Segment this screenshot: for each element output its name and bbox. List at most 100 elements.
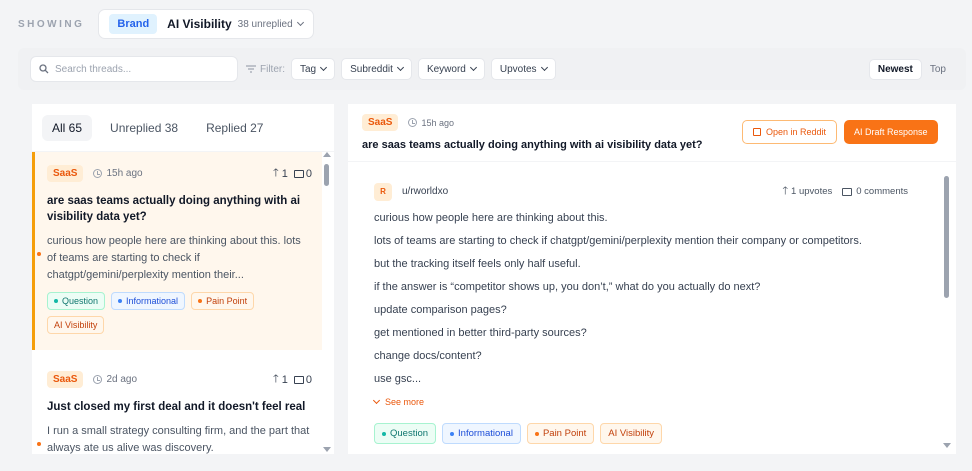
upvote-icon: 🡑 [273,373,279,385]
author-row: R u/rworldxo 🡑 1 upvotes 0 comments [374,182,930,201]
open-in-reddit-button[interactable]: Open in Reddit [742,120,838,144]
keyword-dropdown[interactable]: Keyword [417,58,485,80]
thread-detail-panel: SaaS 15h ago are saas teams actually doi… [348,104,956,454]
thread-comments: 0 [305,167,312,180]
thread-tags: Question Informational Pain Point AI Vis… [47,292,312,340]
thread-comments: 0 [305,373,312,386]
filter-bar: Filter: Tag Subreddit Keyword Upvotes Ne… [18,48,966,90]
sort-toggle: Newest Top [868,58,954,80]
thread-excerpt: curious how people here are thinking abo… [47,235,301,281]
scroll-down-icon[interactable] [943,443,951,448]
upvote-icon: 🡑 [273,167,279,179]
top-bar: SHOWING Brand AI Visibility 38 unreplied [0,0,972,48]
tag-label: Pain Point [206,296,248,306]
tag-label: Informational [458,428,513,439]
post-line: update comparison pages? [374,304,507,316]
post-line: get mentioned in better third-party sour… [374,327,587,339]
thread-tabs: All 65 Unreplied 38 Replied 27 [32,104,334,152]
tag-label: Question [62,296,99,306]
thread-meta: SaaS 2d ago 🡑 1 0 [47,370,312,389]
tag-ai-visibility: AI Visibility [600,423,663,444]
thread-excerpt-wrap: curious how people here are thinking abo… [37,233,312,284]
subreddit-dropdown[interactable]: Subreddit [341,58,412,80]
tag-label: Informational [126,296,179,306]
post-line: change docs/content? [374,350,482,362]
showing-label: SHOWING [18,18,85,30]
thread-upvotes: 1 [281,373,288,386]
scrollbar-thumb[interactable] [944,176,949,298]
tag-informational: Informational [111,292,186,310]
scrollbar-thumb[interactable] [324,164,329,186]
tag-dot [382,431,386,436]
tag-label: AI Visibility [54,320,98,330]
thread-upvotes: 1 [281,167,288,180]
detail-time: 15h ago [421,117,455,128]
chevron-down-icon [372,396,381,404]
avatar: R [374,182,392,201]
subreddit-badge: SaaS [362,114,399,131]
chevron-down-icon [396,63,404,71]
see-more-link[interactable]: See more [372,396,930,407]
search-input[interactable] [55,63,225,75]
search-box[interactable] [30,56,238,82]
tab-unreplied[interactable]: Unreplied 38 [100,115,188,141]
clock-icon [408,118,418,127]
chevron-down-icon [540,63,548,71]
thread-card[interactable]: SaaS 15h ago 🡑 1 0 are saas teams actual… [32,152,322,350]
post-line: lots of teams are starting to check if c… [374,235,862,247]
see-more-label: See more [385,397,425,407]
tag-dot [534,431,539,436]
scope-count: 38 unreplied [237,18,293,30]
thread-card[interactable]: SaaS 2d ago 🡑 1 0 Just closed my first d… [32,358,322,454]
tab-replied[interactable]: Replied 27 [196,115,273,141]
upvote-icon: 🡑 [782,185,789,197]
thread-list-scrollbar[interactable] [323,152,331,452]
sort-newest-button[interactable]: Newest [868,58,922,80]
upvotes-dropdown[interactable]: Upvotes [490,58,556,80]
tag-dropdown-label: Tag [300,63,317,75]
detail-scrollbar[interactable] [943,166,951,448]
unread-dot [37,442,41,446]
sort-top-button[interactable]: Top [922,60,954,79]
tag-dot [118,299,123,303]
comment-icon [293,375,304,384]
scope-title: AI Visibility [167,17,232,31]
post-line: use gsc... [374,373,422,385]
tag-label: Pain Point [542,428,587,439]
clock-icon [93,375,103,384]
tag-informational: Informational [442,423,521,444]
subreddit-badge: SaaS [47,165,84,182]
tag-dot [54,299,58,303]
scroll-down-icon[interactable] [323,447,331,452]
tag-dot [198,299,203,303]
post-line: if the answer is “competitor shows up, y… [374,281,761,293]
thread-title: Just closed my first deal and it doesn't… [47,401,306,413]
scroll-up-icon[interactable] [323,152,331,157]
thread-title: are saas teams actually doing anything w… [47,195,301,223]
thread-time: 15h ago [106,168,143,179]
tag-dropdown[interactable]: Tag [291,58,336,80]
post-line: but the tracking itself feels only half … [374,258,581,270]
chevron-down-icon [296,18,304,26]
comment-icon [842,187,853,196]
subreddit-badge: SaaS [47,371,84,388]
external-link-icon [753,128,761,136]
brand-pill: Brand [109,14,158,34]
chevron-down-icon [320,63,328,71]
thread-time: 2d ago [106,374,138,385]
post-comments: 0 comments [856,186,908,197]
detail-body: R u/rworldxo 🡑 1 upvotes 0 comments curi… [348,162,956,450]
post-line: curious how people here are thinking abo… [374,212,608,224]
ai-draft-response-button[interactable]: AI Draft Response [844,120,938,144]
author-name[interactable]: u/rworldxo [402,186,448,197]
filter-label-text: Filter: [260,63,285,75]
clock-icon [93,169,103,178]
tag-dot [450,431,455,436]
tag-ai-visibility: AI Visibility [47,316,105,334]
scope-selector[interactable]: Brand AI Visibility 38 unreplied [98,9,314,39]
detail-tags: Question Informational Pain Point AI Vis… [374,423,930,450]
tab-all[interactable]: All 65 [42,114,93,141]
thread-excerpt-wrap: I run a small strategy consulting firm, … [37,423,312,454]
detail-header: SaaS 15h ago are saas teams actually doi… [348,104,956,162]
upvotes-dropdown-label: Upvotes [499,63,537,75]
